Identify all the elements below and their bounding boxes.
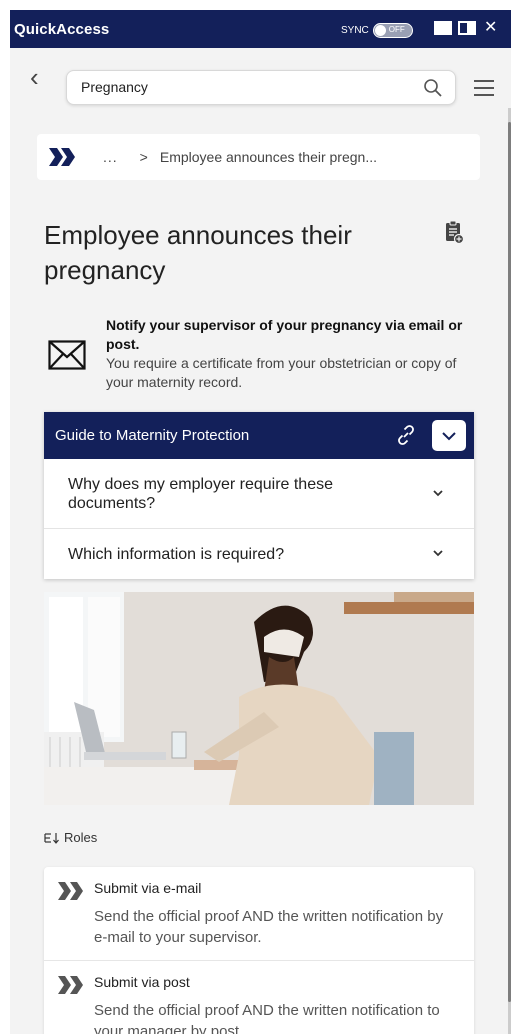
link-icon[interactable] — [394, 423, 418, 447]
sync-control[interactable]: SYNC OFF — [341, 23, 413, 38]
sync-label: SYNC — [341, 25, 369, 36]
split-view-icon[interactable] — [458, 21, 476, 35]
chevron-down-icon — [442, 431, 456, 440]
main-content: ... > Employee announces their pregn... … — [10, 108, 508, 1034]
breadcrumb-current: Employee announces their pregn... — [159, 149, 377, 165]
roles-header[interactable]: Roles — [44, 830, 97, 845]
process-chevrons-icon — [49, 148, 75, 166]
search-icon[interactable] — [423, 78, 443, 98]
faq-item[interactable]: Why does my employer require these docum… — [44, 459, 474, 529]
role-item[interactable]: Submit via e-mail Send the official proo… — [44, 867, 474, 961]
window-controls: ✕ — [434, 20, 497, 36]
process-chevrons-icon — [58, 882, 83, 900]
illustration-photo — [44, 592, 474, 805]
role-description: Send the official proof AND the written … — [94, 908, 444, 946]
breadcrumb-ellipsis[interactable]: ... — [103, 149, 118, 165]
back-arrow-icon[interactable]: ‹ — [30, 64, 39, 90]
title-bar: QuickAccess SYNC OFF ✕ — [10, 10, 511, 48]
role-title: Submit via post — [94, 974, 190, 990]
breadcrumb-separator: > — [139, 149, 148, 165]
guide-title: Guide to Maternity Protection — [55, 427, 250, 444]
chevron-down-icon — [433, 550, 443, 557]
search-input[interactable] — [81, 79, 401, 95]
notify-detail: You require a certificate from your obst… — [106, 355, 457, 390]
breadcrumb: ... > Employee announces their pregn... — [37, 134, 480, 180]
toggle-knob — [374, 25, 386, 36]
faq-item[interactable]: Which information is required? — [44, 529, 474, 579]
notify-headline: Notify your supervisor of your pregnancy… — [106, 317, 463, 352]
menu-icon[interactable] — [474, 80, 494, 101]
guide-panel: Guide to Maternity Protection Why does m… — [44, 412, 474, 579]
envelope-icon — [48, 340, 86, 370]
chevron-down-icon — [433, 489, 443, 496]
sort-icon — [44, 832, 59, 844]
close-icon[interactable]: ✕ — [484, 20, 497, 36]
roles-list: Submit via e-mail Send the official proo… — [44, 867, 474, 1034]
roles-label: Roles — [64, 830, 98, 845]
sync-toggle[interactable]: OFF — [372, 23, 413, 38]
faq-question: Which information is required? — [68, 546, 285, 563]
faq-question: Why does my employer require these docum… — [68, 476, 333, 512]
app-window: QuickAccess SYNC OFF ✕ ‹ Pregnancy ... >… — [10, 10, 511, 1034]
navigation-row: ‹ — [10, 48, 511, 108]
page-title: Employee announces their pregnancy — [44, 220, 352, 285]
role-item[interactable]: Submit via post Send the official proof … — [44, 961, 474, 1034]
expand-button[interactable] — [432, 420, 466, 451]
guide-header[interactable]: Guide to Maternity Protection — [44, 412, 474, 459]
process-chevrons-icon — [58, 976, 83, 994]
sync-state: OFF — [388, 25, 405, 34]
app-title: QuickAccess — [14, 20, 110, 38]
role-title: Submit via e-mail — [94, 880, 202, 896]
search-box[interactable] — [66, 70, 456, 105]
clipboard-add-icon[interactable] — [444, 220, 464, 244]
fullscreen-icon[interactable] — [434, 21, 452, 35]
role-description: Send the official proof AND the written … — [94, 1002, 440, 1034]
